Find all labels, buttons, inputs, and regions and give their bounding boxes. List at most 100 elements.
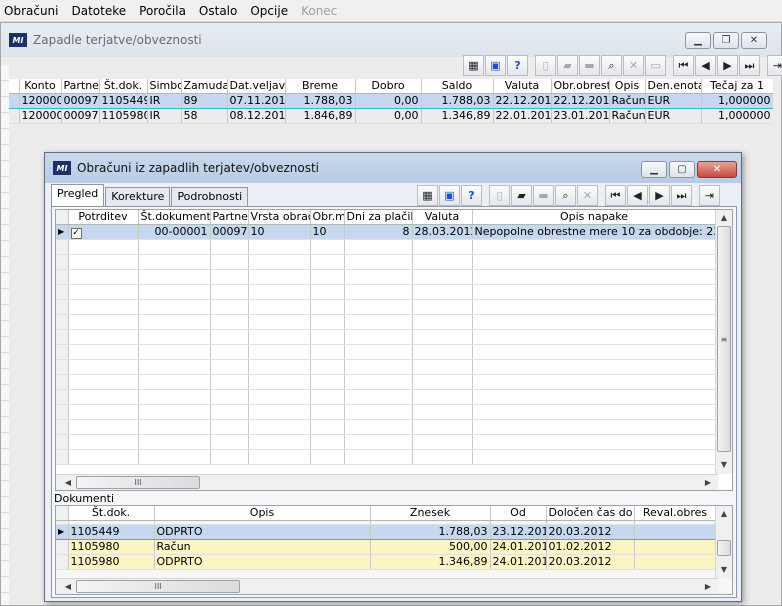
obracuni-hscrollbar[interactable]: ◀ III ▶ [56,474,718,490]
delete-icon[interactable]: ✕ [623,55,644,76]
col-reval-obres[interactable]: Reval.obres [634,506,717,521]
prev-record-icon[interactable]: ◀ [627,185,648,206]
obracuni-vscrollbar[interactable]: ▲ ≡ ▼ [715,210,732,474]
scroll-up-icon[interactable]: ▲ [716,506,732,521]
search-icon[interactable]: ⌕ [601,55,622,76]
obracuni-grid[interactable]: Potrditev Št.dokumenta Partner Vrsta obr… [55,209,733,491]
exit-icon[interactable]: ⇥ [699,185,720,206]
col-valuta[interactable]: Valuta [493,79,552,94]
save-icon[interactable]: ▬ [579,55,600,76]
col-dat-veljave[interactable]: Dat.veljave [227,79,286,94]
col-den-enota[interactable]: Den.enota [645,79,702,94]
col-obr-obresti[interactable]: Obr.obresti [551,79,610,94]
restore-button[interactable]: ❐ [713,32,739,49]
tab-pregled-panel: Potrditev Št.dokumenta Partner Vrsta obr… [51,206,737,598]
prev-record-icon[interactable]: ◀ [695,55,716,76]
col-opis-napake[interactable]: Opis napake [472,210,717,225]
scroll-right-icon[interactable]: ▶ [700,579,716,594]
new-document-icon[interactable]: ▯ [489,185,510,206]
dokumenti-vscrollbar[interactable]: ▲ ▼ [715,506,732,578]
scroll-up-icon[interactable]: ▲ [716,210,732,225]
col-simbol[interactable]: Simbol [147,79,182,94]
dokumenti-hscroll-thumb[interactable]: III [76,580,240,593]
col-partner[interactable]: Partner [61,79,100,94]
tab-pregled[interactable]: Pregled [51,184,105,207]
scroll-left-icon[interactable]: ◀ [60,475,76,490]
scroll-down-icon[interactable]: ▼ [716,562,732,577]
dokumenti-grid[interactable]: Št.dok. Opis Znesek Od Določen čas do Re… [55,505,733,595]
col-st-dok[interactable]: Št.dok. [68,506,155,521]
col-konto[interactable]: Konto [19,79,62,94]
table-row[interactable]: ▶ ✓ 00-00001 00097 10 10 8 28.03.2012 Ne… [56,224,717,240]
col-opis[interactable]: Opis [609,79,646,94]
menu-obracuni[interactable]: Obračuni [4,4,59,18]
open-folder-icon[interactable]: ▰ [557,55,578,76]
calculator-icon[interactable]: ▦ [417,185,438,206]
dokumenti-vscroll-thumb[interactable] [717,540,731,556]
col-zamuda[interactable]: Zamuda [181,79,228,94]
col-vrsta-obrac[interactable]: Vrsta obrač. [248,210,311,225]
table-row[interactable]: 120000 00097 1105980 IR 58 08.12.2011 1.… [9,108,773,124]
menu-opcije[interactable]: Opcije [250,4,288,18]
col-valuta[interactable]: Valuta [412,210,473,225]
last-record-icon[interactable]: ⏭ [671,185,692,206]
dokumenti-hscrollbar[interactable]: ◀ III ▶ [56,578,718,594]
save-icon[interactable]: ▬ [533,185,554,206]
col-breme[interactable]: Breme [285,79,356,94]
col-znesek[interactable]: Znesek [370,506,491,521]
dokumenti-table: Št.dok. Opis Znesek Od Določen čas do Re… [56,506,717,570]
col-saldo[interactable]: Saldo [421,79,494,94]
col-od[interactable]: Od [490,506,547,521]
menu-ostalo[interactable]: Ostalo [199,4,237,18]
dialog-minimize-button[interactable]: ▁ [641,161,667,178]
table-row[interactable]: 120000 00097 1105449 IR 89 07.11.2011 1.… [9,92,773,109]
obracuni-hscroll-thumb[interactable]: III [76,476,200,489]
menu-porocila[interactable]: Poročila [139,4,186,18]
tab-korekture[interactable]: Korekture [105,187,171,207]
dialog-maximize-button[interactable]: ▢ [669,161,695,178]
next-record-icon[interactable]: ▶ [717,55,738,76]
first-record-icon[interactable]: ⏮ [673,55,694,76]
col-obr-m[interactable]: Obr.m. [310,210,345,225]
help-icon[interactable]: ? [507,55,528,76]
empty-row [56,374,717,390]
scroll-right-icon[interactable]: ▶ [700,475,716,490]
next-record-icon[interactable]: ▶ [649,185,670,206]
menu-bar: Obračuni Datoteke Poročila Ostalo Opcije… [0,0,782,22]
tab-podrobnosti[interactable]: Podrobnosti [171,187,249,207]
last-record-icon[interactable]: ⏭ [739,55,760,76]
col-tecaj[interactable]: Tečaj za 1 [701,79,773,94]
scroll-left-icon[interactable]: ◀ [60,579,76,594]
col-dobro[interactable]: Dobro [355,79,422,94]
menu-datoteke[interactable]: Datoteke [72,4,127,18]
minimize-button[interactable]: ▁ [685,32,711,49]
col-opis[interactable]: Opis [154,506,371,521]
screen-icon[interactable]: ▣ [485,55,506,76]
print-icon[interactable]: ▭ [645,55,666,76]
calculator-icon[interactable]: ▦ [463,55,484,76]
main-grid[interactable]: Konto Partner Št.dok. Simbol Zamuda Dat.… [9,79,773,129]
close-button[interactable]: ✕ [741,32,767,49]
scroll-down-icon[interactable]: ▼ [716,457,732,472]
table-row[interactable]: 1105980 Račun 500,00 24.01.2012 01.02.20… [56,539,717,555]
table-row[interactable]: 1105980 ODPRTO 1.346,89 24.01.2012 20.03… [56,554,717,570]
col-dolocen-cas-do[interactable]: Določen čas do [546,506,635,521]
dialog-close-button[interactable]: ✕ [697,161,737,178]
first-record-icon[interactable]: ⏮ [605,185,626,206]
col-partner[interactable]: Partner [210,210,249,225]
main-header-row: Konto Partner Št.dok. Simbol Zamuda Dat.… [9,79,773,94]
col-dni-za-placilo[interactable]: Dni za plačilo [344,210,413,225]
obracuni-vscroll-thumb[interactable]: ≡ [717,226,731,452]
new-document-icon[interactable]: ▯ [535,55,556,76]
screen-icon[interactable]: ▣ [439,185,460,206]
potrditev-checkbox[interactable]: ✓ [70,227,82,238]
exit-icon[interactable]: ⇥ [767,55,782,76]
col-st-dokumenta[interactable]: Št.dokumenta [138,210,211,225]
table-row[interactable]: ▶ 1105449 ODPRTO 1.788,03 23.12.2011 20.… [56,523,717,540]
search-icon[interactable]: ⌕ [555,185,576,206]
help-icon[interactable]: ? [461,185,482,206]
col-st-dok[interactable]: Št.dok. [99,79,148,94]
delete-icon[interactable]: ✕ [577,185,598,206]
open-folder-icon[interactable]: ▰ [511,185,532,206]
col-potrditev[interactable]: Potrditev [68,210,139,225]
